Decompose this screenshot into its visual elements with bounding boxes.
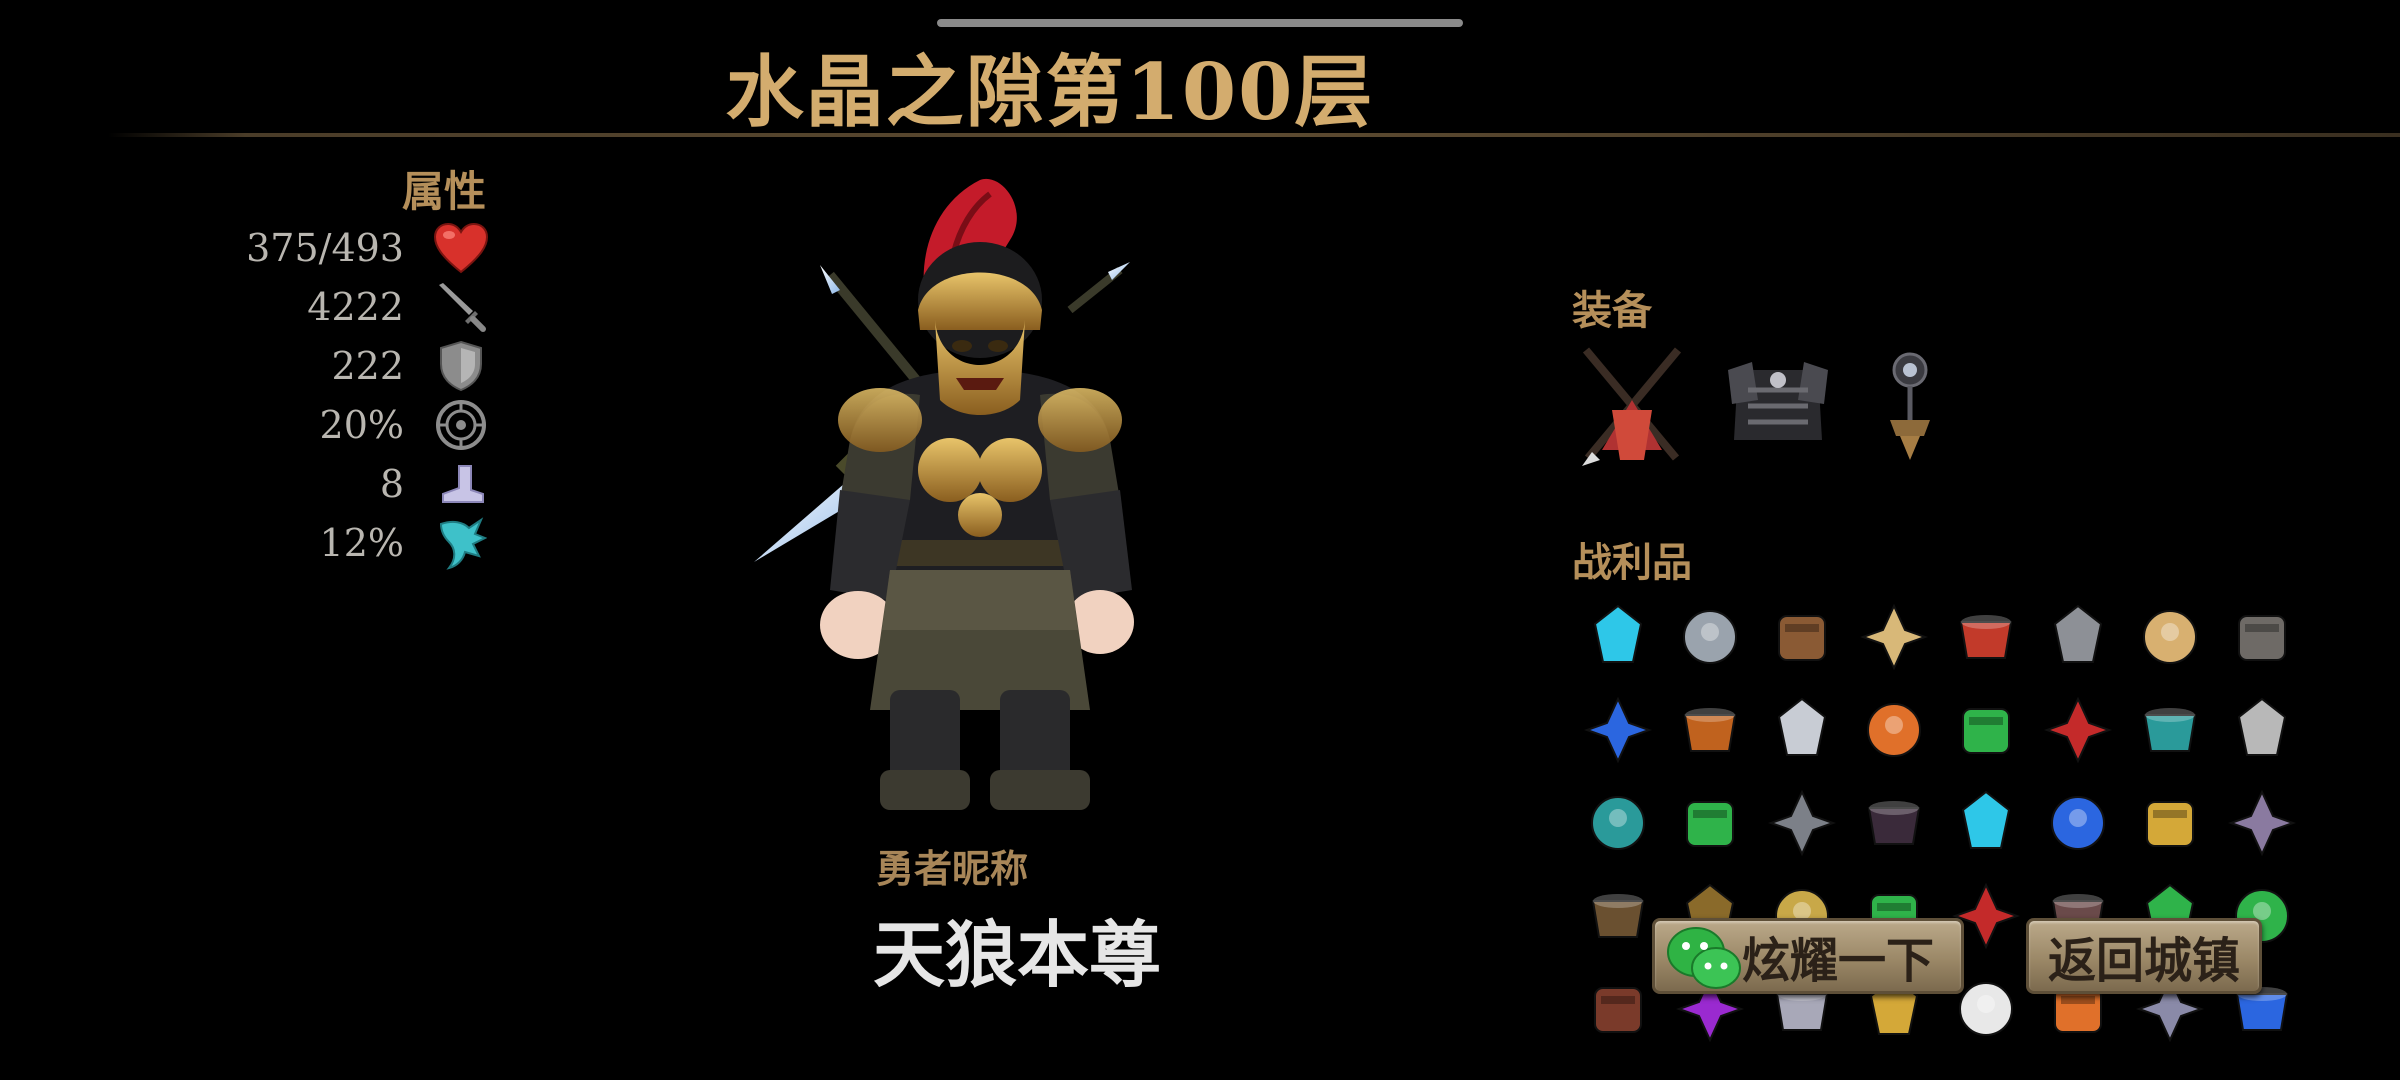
blue-crystal-icon[interactable]: [2032, 776, 2124, 869]
shuriken-icon[interactable]: [1940, 590, 2032, 683]
stat-defense-value: 222: [331, 344, 404, 388]
ring-icon[interactable]: [2216, 683, 2308, 776]
stat-critical: 20%: [160, 397, 490, 453]
stat-lifesteal-value: 12%: [319, 521, 404, 565]
dark-armor-icon[interactable]: [1718, 340, 1838, 470]
spiked-collar-icon[interactable]: [1572, 962, 1664, 1055]
dark-mask-icon[interactable]: [1848, 776, 1940, 869]
book-icon[interactable]: [2216, 776, 2308, 869]
gold-ring-icon[interactable]: [2124, 776, 2216, 869]
nickname-label: 勇者昵称: [876, 846, 1029, 891]
critical-icon: [432, 396, 490, 454]
stat-speed-value: 8: [379, 462, 404, 506]
stat-hp: 375/493: [160, 220, 490, 276]
return-button-label: 返回城镇: [2047, 933, 2240, 989]
brown-cape-icon[interactable]: [1756, 590, 1848, 683]
return-to-town-button[interactable]: 返回城镇: [2026, 918, 2262, 994]
blue-gem-icon[interactable]: [1572, 683, 1664, 776]
silver-hook-icon[interactable]: [1756, 683, 1848, 776]
stat-hp-value: 375/493: [246, 226, 404, 270]
hero-character: [754, 178, 1134, 810]
stats-label: 属性: [402, 167, 487, 216]
scroll-icon[interactable]: [1848, 590, 1940, 683]
green-bowl-icon[interactable]: [1664, 776, 1756, 869]
equipment-label: 装备: [1572, 287, 1652, 334]
lifesteal-claw-icon: [432, 514, 490, 572]
fire-amulet-icon[interactable]: [1848, 683, 1940, 776]
stat-lifesteal: 12%: [160, 515, 490, 571]
teal-cloak-icon[interactable]: [2124, 683, 2216, 776]
stat-attack: 4222: [160, 279, 490, 335]
leather-pack-icon[interactable]: [1572, 869, 1664, 962]
pig-pet-icon[interactable]: [2124, 590, 2216, 683]
steel-helm-icon[interactable]: [1664, 590, 1756, 683]
home-indicator[interactable]: [937, 19, 1463, 27]
amulet-icon[interactable]: [1850, 340, 1970, 470]
wechat-icon: [1667, 927, 1741, 989]
loot-label: 战利品: [1572, 539, 1692, 586]
page-title: 水晶之隙第100层: [725, 47, 1375, 138]
heart-icon: [432, 219, 490, 277]
stat-speed: 8: [160, 456, 490, 512]
hero-nickname: 天狼本尊: [873, 912, 1162, 997]
sword-icon: [432, 278, 490, 336]
title-divider: [108, 133, 2400, 137]
shield-icon: [432, 337, 490, 395]
crossed-spears-icon[interactable]: [1572, 340, 1692, 470]
green-gem-icon[interactable]: [1940, 683, 2032, 776]
share-button-label: 炫耀一下: [1741, 933, 1934, 989]
backpack-icon[interactable]: [2216, 590, 2308, 683]
stat-attack-value: 4222: [307, 285, 404, 329]
stat-critical-value: 20%: [319, 403, 404, 447]
red-gear-icon[interactable]: [2032, 683, 2124, 776]
boot-icon: [432, 455, 490, 513]
cyan-crystal-icon[interactable]: [1572, 590, 1664, 683]
stone-rune-icon[interactable]: [2032, 590, 2124, 683]
teal-bracer-icon[interactable]: [1572, 776, 1664, 869]
iron-helm-icon[interactable]: [1756, 776, 1848, 869]
cyan-wings-icon[interactable]: [1940, 776, 2032, 869]
orange-hood-icon[interactable]: [1664, 683, 1756, 776]
stat-defense: 222: [160, 338, 490, 394]
